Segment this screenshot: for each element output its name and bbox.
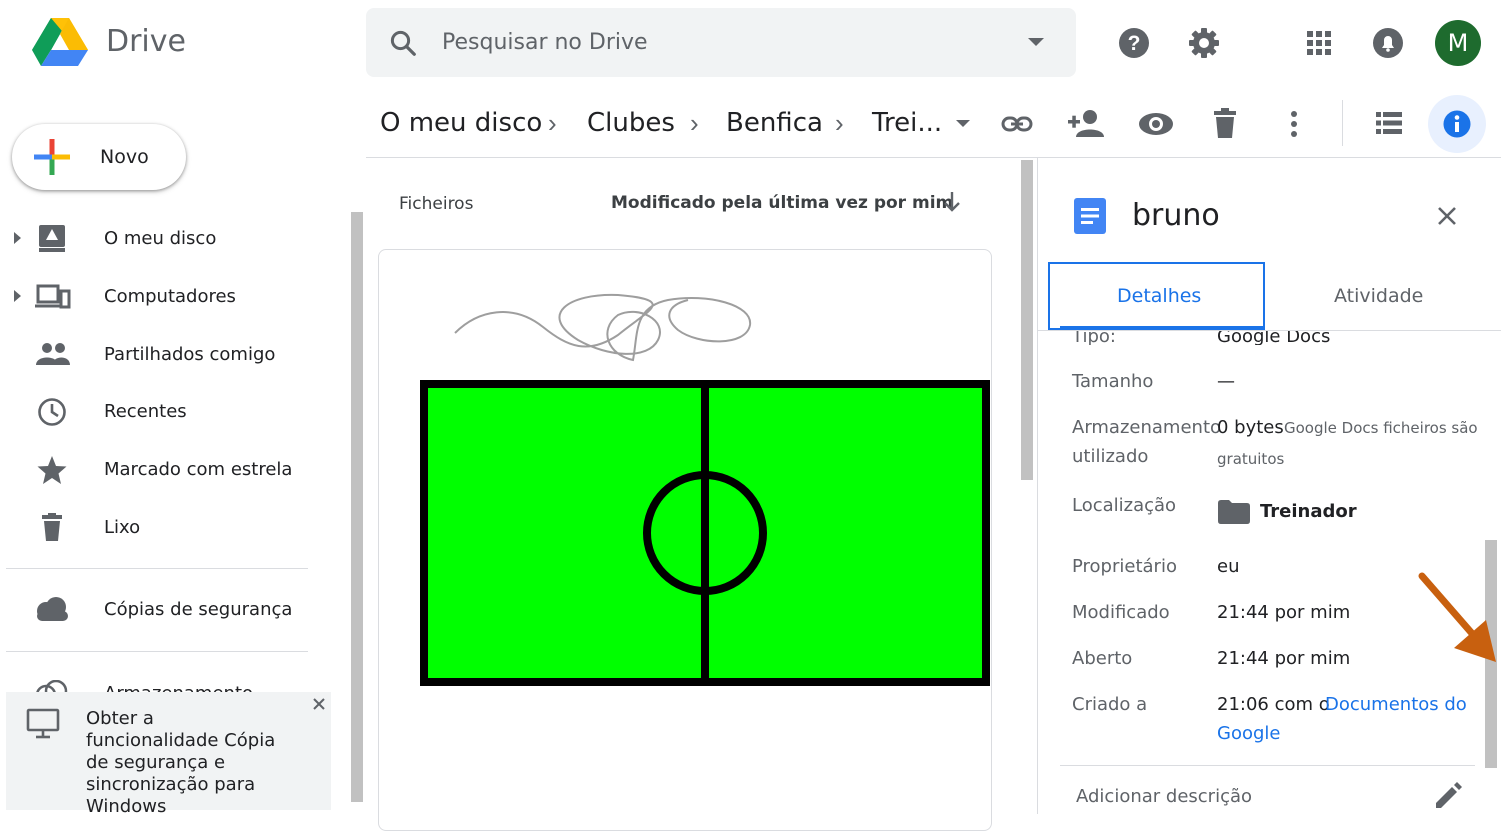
type-value: Google Docs xyxy=(1217,331,1331,345)
sidebar-item-computers[interactable]: Computadores xyxy=(104,286,236,307)
toolbar-divider xyxy=(1342,100,1343,146)
info-icon xyxy=(1443,110,1471,138)
storage-value: 0 bytes xyxy=(1217,417,1284,438)
expand-arrow-icon[interactable] xyxy=(14,232,21,244)
toolbar-divider-line xyxy=(366,157,1501,158)
breadcrumb-current-folder[interactable]: Trei... xyxy=(872,108,942,138)
help-icon[interactable]: ? xyxy=(1118,27,1150,59)
account-avatar[interactable]: M xyxy=(1435,20,1481,66)
owner-label: Proprietário xyxy=(1072,556,1177,577)
close-icon[interactable] xyxy=(1437,206,1457,226)
clock-icon xyxy=(37,397,67,427)
created-app-link[interactable]: Documentos do xyxy=(1325,694,1467,715)
storage-note: Google Docs ficheiros são xyxy=(1284,419,1478,437)
new-button-label: Novo xyxy=(100,146,149,168)
drive-logo[interactable] xyxy=(32,18,88,68)
modified-label: Modificado xyxy=(1072,602,1170,623)
more-options-icon[interactable] xyxy=(1290,110,1298,138)
sort-by-modified[interactable]: Modificado pela última vez por mim xyxy=(611,193,953,213)
sidebar-item-recent[interactable]: Recentes xyxy=(104,401,187,422)
size-value: — xyxy=(1217,371,1235,392)
search-input[interactable]: Pesquisar no Drive xyxy=(442,30,648,55)
sidebar-item-trash[interactable]: Lixo xyxy=(104,517,140,538)
settings-gear-icon[interactable] xyxy=(1187,26,1221,60)
tab-active-indicator xyxy=(1060,326,1265,330)
breadcrumb-clubes[interactable]: Clubes xyxy=(587,108,675,138)
description-divider xyxy=(1060,765,1475,766)
chevron-right-icon: › xyxy=(835,108,844,138)
chevron-right-icon: › xyxy=(548,108,557,138)
description-input[interactable]: Adicionar descrição xyxy=(1076,786,1252,807)
tab-details-label: Detalhes xyxy=(1117,285,1202,307)
chevron-right-icon: › xyxy=(690,108,699,138)
sidebar-item-starred[interactable]: Marcado com estrela xyxy=(104,459,292,480)
type-label: Tipo: xyxy=(1072,331,1116,345)
drive-logo-icon xyxy=(32,18,88,66)
opened-value: 21:44 por mim xyxy=(1217,648,1351,669)
apps-grid-icon[interactable] xyxy=(1306,30,1332,56)
sidebar-item-my-drive[interactable]: O meu disco xyxy=(104,228,216,249)
notifications-icon[interactable] xyxy=(1372,27,1404,59)
delete-trash-icon[interactable] xyxy=(1214,108,1236,138)
edit-pencil-icon[interactable] xyxy=(1434,782,1462,810)
search-options-icon[interactable] xyxy=(1028,38,1044,46)
storage-note-line2: gratuitos xyxy=(1217,450,1285,468)
breadcrumb-my-drive[interactable]: O meu disco xyxy=(380,108,542,138)
google-docs-icon xyxy=(1072,198,1108,234)
desktop-computer-icon xyxy=(26,708,60,740)
type-row-clip: Tipo: Google Docs xyxy=(1060,331,1480,345)
cloud-icon xyxy=(34,596,70,622)
drive-icon xyxy=(38,224,66,252)
computers-icon xyxy=(35,284,71,310)
search-icon[interactable] xyxy=(388,28,418,58)
tab-activity[interactable]: Atividade xyxy=(1334,285,1423,307)
created-value: 21:06 com o xyxy=(1217,694,1330,715)
add-person-icon[interactable] xyxy=(1068,108,1104,138)
files-scrollbar[interactable] xyxy=(1021,160,1033,480)
sidebar-divider xyxy=(6,568,308,569)
location-folder-link[interactable]: Treinador xyxy=(1260,501,1357,522)
star-icon xyxy=(37,455,67,485)
trash-icon xyxy=(42,513,62,541)
shared-icon xyxy=(36,342,70,366)
panel-divider xyxy=(1037,158,1038,814)
expand-arrow-icon[interactable] xyxy=(14,290,21,302)
storage-label: Armazenamento xyxy=(1072,417,1222,438)
created-app-link-line2[interactable]: Google xyxy=(1217,723,1280,744)
preview-eye-icon[interactable] xyxy=(1138,110,1174,138)
size-label: Tamanho xyxy=(1072,371,1154,392)
sidebar-item-shared[interactable]: Partilhados comigo xyxy=(104,344,275,365)
details-file-name: bruno xyxy=(1132,198,1220,233)
breadcrumb-benfica[interactable]: Benfica xyxy=(726,108,823,138)
app-title: Drive xyxy=(106,24,186,59)
sidebar-divider xyxy=(6,651,308,652)
opened-label: Aberto xyxy=(1072,648,1133,669)
promo-text: Obter a funcionalidade Cópia de seguranç… xyxy=(86,708,276,817)
created-label: Criado a xyxy=(1072,694,1148,715)
modified-value: 21:44 por mim xyxy=(1217,602,1351,623)
list-view-icon[interactable] xyxy=(1376,112,1402,134)
plus-icon xyxy=(34,139,70,175)
breadcrumb-dropdown-icon[interactable] xyxy=(956,120,970,127)
sidebar-scrollbar[interactable] xyxy=(351,212,363,802)
files-section-label: Ficheiros xyxy=(399,194,474,214)
location-label: Localização xyxy=(1072,495,1177,516)
owner-value: eu xyxy=(1217,556,1240,577)
annotation-arrow-icon xyxy=(1414,570,1500,666)
sidebar-item-backups[interactable]: Cópias de segurança xyxy=(104,599,292,620)
sort-arrow-down-icon[interactable] xyxy=(943,191,961,213)
get-link-icon[interactable] xyxy=(1001,110,1033,138)
close-promo-icon[interactable] xyxy=(312,697,326,711)
folder-icon xyxy=(1218,500,1250,524)
storage-label-line2: utilizado xyxy=(1072,446,1149,467)
svg-text:?: ? xyxy=(1128,32,1141,55)
file-thumbnail[interactable] xyxy=(418,285,992,689)
